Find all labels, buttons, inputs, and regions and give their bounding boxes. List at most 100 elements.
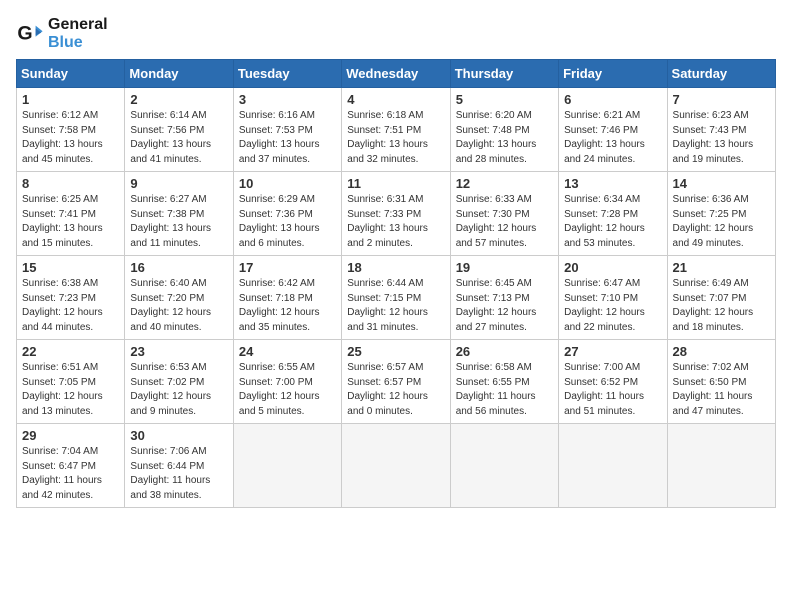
day-info: Sunrise: 6:14 AMSunset: 7:56 PMDaylight:… [130,110,211,165]
calendar-cell: 26 Sunrise: 6:58 AMSunset: 6:55 PMDaylig… [450,340,558,424]
day-header-sunday: Sunday [17,60,125,88]
calendar-cell [450,424,558,508]
day-number: 23 [130,344,227,359]
calendar-cell: 17 Sunrise: 6:42 AMSunset: 7:18 PMDaylig… [233,256,341,340]
calendar-cell: 29 Sunrise: 7:04 AMSunset: 6:47 PMDaylig… [17,424,125,508]
calendar-cell: 18 Sunrise: 6:44 AMSunset: 7:15 PMDaylig… [342,256,450,340]
day-info: Sunrise: 6:47 AMSunset: 7:10 PMDaylight:… [564,278,645,333]
day-number: 16 [130,260,227,275]
day-info: Sunrise: 6:58 AMSunset: 6:55 PMDaylight:… [456,362,536,417]
day-number: 7 [673,92,770,107]
calendar-cell: 22 Sunrise: 6:51 AMSunset: 7:05 PMDaylig… [17,340,125,424]
calendar-cell: 25 Sunrise: 6:57 AMSunset: 6:57 PMDaylig… [342,340,450,424]
calendar-cell: 3 Sunrise: 6:16 AMSunset: 7:53 PMDayligh… [233,88,341,172]
day-number: 2 [130,92,227,107]
calendar-cell: 2 Sunrise: 6:14 AMSunset: 7:56 PMDayligh… [125,88,233,172]
day-header-friday: Friday [559,60,667,88]
day-info: Sunrise: 6:44 AMSunset: 7:15 PMDaylight:… [347,278,428,333]
day-info: Sunrise: 6:53 AMSunset: 7:02 PMDaylight:… [130,362,211,417]
day-info: Sunrise: 6:16 AMSunset: 7:53 PMDaylight:… [239,110,320,165]
day-number: 1 [22,92,119,107]
day-number: 30 [130,428,227,443]
calendar-cell: 6 Sunrise: 6:21 AMSunset: 7:46 PMDayligh… [559,88,667,172]
week-row-4: 22 Sunrise: 6:51 AMSunset: 7:05 PMDaylig… [17,340,776,424]
header-row: SundayMondayTuesdayWednesdayThursdayFrid… [17,60,776,88]
day-info: Sunrise: 6:29 AMSunset: 7:36 PMDaylight:… [239,194,320,249]
calendar-cell: 9 Sunrise: 6:27 AMSunset: 7:38 PMDayligh… [125,172,233,256]
day-info: Sunrise: 6:57 AMSunset: 6:57 PMDaylight:… [347,362,428,417]
day-info: Sunrise: 6:23 AMSunset: 7:43 PMDaylight:… [673,110,754,165]
calendar-cell [559,424,667,508]
day-info: Sunrise: 6:27 AMSunset: 7:38 PMDaylight:… [130,194,211,249]
calendar-cell: 11 Sunrise: 6:31 AMSunset: 7:33 PMDaylig… [342,172,450,256]
day-number: 17 [239,260,336,275]
day-info: Sunrise: 7:00 AMSunset: 6:52 PMDaylight:… [564,362,644,417]
day-number: 3 [239,92,336,107]
week-row-2: 8 Sunrise: 6:25 AMSunset: 7:41 PMDayligh… [17,172,776,256]
day-info: Sunrise: 6:55 AMSunset: 7:00 PMDaylight:… [239,362,320,417]
calendar-cell: 20 Sunrise: 6:47 AMSunset: 7:10 PMDaylig… [559,256,667,340]
day-number: 24 [239,344,336,359]
day-info: Sunrise: 6:51 AMSunset: 7:05 PMDaylight:… [22,362,103,417]
day-info: Sunrise: 6:31 AMSunset: 7:33 PMDaylight:… [347,194,428,249]
day-number: 8 [22,176,119,191]
week-row-3: 15 Sunrise: 6:38 AMSunset: 7:23 PMDaylig… [17,256,776,340]
day-number: 29 [22,428,119,443]
day-info: Sunrise: 6:21 AMSunset: 7:46 PMDaylight:… [564,110,645,165]
calendar-cell [342,424,450,508]
logo-icon: G [16,20,44,48]
day-info: Sunrise: 7:06 AMSunset: 6:44 PMDaylight:… [130,446,210,501]
calendar-cell: 24 Sunrise: 6:55 AMSunset: 7:00 PMDaylig… [233,340,341,424]
calendar-cell: 8 Sunrise: 6:25 AMSunset: 7:41 PMDayligh… [17,172,125,256]
day-number: 9 [130,176,227,191]
day-header-monday: Monday [125,60,233,88]
day-header-tuesday: Tuesday [233,60,341,88]
day-info: Sunrise: 6:34 AMSunset: 7:28 PMDaylight:… [564,194,645,249]
week-row-1: 1 Sunrise: 6:12 AMSunset: 7:58 PMDayligh… [17,88,776,172]
calendar-cell: 15 Sunrise: 6:38 AMSunset: 7:23 PMDaylig… [17,256,125,340]
day-number: 28 [673,344,770,359]
calendar-cell: 19 Sunrise: 6:45 AMSunset: 7:13 PMDaylig… [450,256,558,340]
day-info: Sunrise: 6:25 AMSunset: 7:41 PMDaylight:… [22,194,103,249]
day-number: 11 [347,176,444,191]
day-info: Sunrise: 6:12 AMSunset: 7:58 PMDaylight:… [22,110,103,165]
calendar-cell: 7 Sunrise: 6:23 AMSunset: 7:43 PMDayligh… [667,88,775,172]
calendar-cell: 12 Sunrise: 6:33 AMSunset: 7:30 PMDaylig… [450,172,558,256]
week-row-5: 29 Sunrise: 7:04 AMSunset: 6:47 PMDaylig… [17,424,776,508]
day-number: 13 [564,176,661,191]
calendar-cell [667,424,775,508]
day-number: 26 [456,344,553,359]
day-header-thursday: Thursday [450,60,558,88]
calendar-cell: 4 Sunrise: 6:18 AMSunset: 7:51 PMDayligh… [342,88,450,172]
svg-text:G: G [17,22,32,44]
calendar-cell: 5 Sunrise: 6:20 AMSunset: 7:48 PMDayligh… [450,88,558,172]
calendar-cell: 28 Sunrise: 7:02 AMSunset: 6:50 PMDaylig… [667,340,775,424]
calendar: SundayMondayTuesdayWednesdayThursdayFrid… [16,59,776,508]
calendar-cell: 27 Sunrise: 7:00 AMSunset: 6:52 PMDaylig… [559,340,667,424]
day-info: Sunrise: 6:42 AMSunset: 7:18 PMDaylight:… [239,278,320,333]
day-info: Sunrise: 7:04 AMSunset: 6:47 PMDaylight:… [22,446,102,501]
day-info: Sunrise: 6:40 AMSunset: 7:20 PMDaylight:… [130,278,211,333]
day-info: Sunrise: 6:45 AMSunset: 7:13 PMDaylight:… [456,278,537,333]
day-number: 6 [564,92,661,107]
day-info: Sunrise: 6:49 AMSunset: 7:07 PMDaylight:… [673,278,754,333]
calendar-cell: 10 Sunrise: 6:29 AMSunset: 7:36 PMDaylig… [233,172,341,256]
calendar-cell: 13 Sunrise: 6:34 AMSunset: 7:28 PMDaylig… [559,172,667,256]
calendar-cell: 21 Sunrise: 6:49 AMSunset: 7:07 PMDaylig… [667,256,775,340]
day-number: 5 [456,92,553,107]
logo: G General Blue [16,16,108,51]
day-number: 14 [673,176,770,191]
day-number: 21 [673,260,770,275]
day-number: 18 [347,260,444,275]
day-info: Sunrise: 6:18 AMSunset: 7:51 PMDaylight:… [347,110,428,165]
day-number: 10 [239,176,336,191]
day-info: Sunrise: 6:20 AMSunset: 7:48 PMDaylight:… [456,110,537,165]
day-info: Sunrise: 6:33 AMSunset: 7:30 PMDaylight:… [456,194,537,249]
day-info: Sunrise: 6:38 AMSunset: 7:23 PMDaylight:… [22,278,103,333]
logo-text: General Blue [48,16,108,51]
day-info: Sunrise: 7:02 AMSunset: 6:50 PMDaylight:… [673,362,753,417]
calendar-cell: 1 Sunrise: 6:12 AMSunset: 7:58 PMDayligh… [17,88,125,172]
day-number: 12 [456,176,553,191]
calendar-cell: 23 Sunrise: 6:53 AMSunset: 7:02 PMDaylig… [125,340,233,424]
day-header-wednesday: Wednesday [342,60,450,88]
